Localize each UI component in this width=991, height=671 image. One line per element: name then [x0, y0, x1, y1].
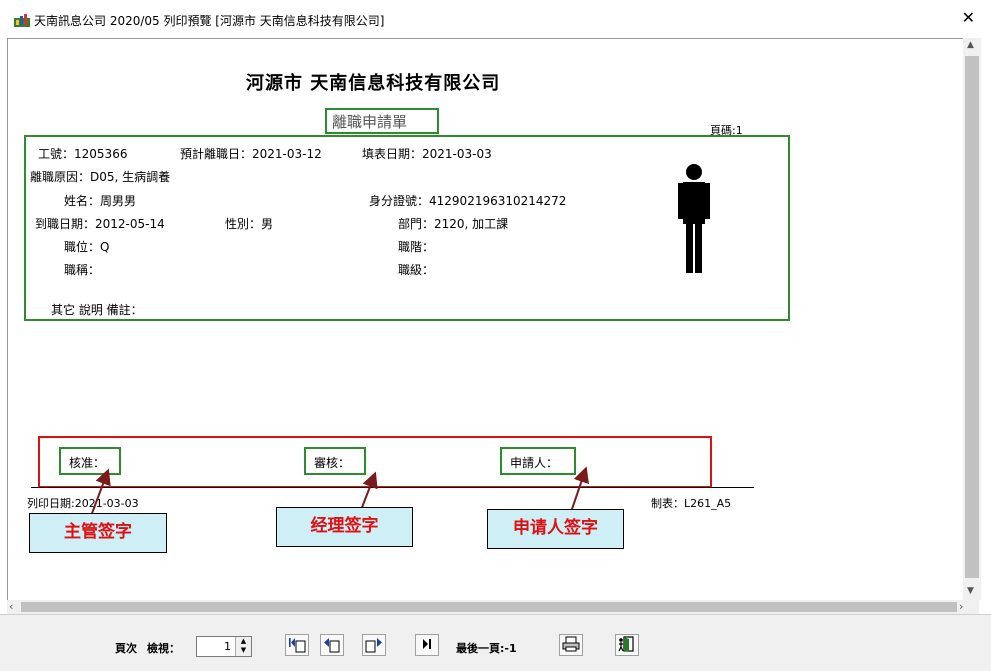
applicant-annotation: 申请人签字 — [487, 509, 624, 549]
app-icon — [14, 14, 30, 27]
horizontal-scroll-thumb[interactable] — [21, 602, 957, 612]
scroll-left-icon[interactable]: ‹ — [9, 600, 13, 613]
applicant-arrow — [570, 466, 589, 513]
first-page-icon — [289, 638, 306, 653]
page-spinner-value: 1 — [224, 640, 231, 653]
next-page-icon — [365, 638, 382, 653]
spinner-arrows-icon[interactable]: ▲ ▼ — [235, 637, 251, 656]
next-page-button[interactable] — [362, 634, 386, 656]
print-button[interactable] — [559, 634, 583, 656]
vertical-scroll-thumb[interactable] — [965, 56, 979, 578]
page-spinner[interactable]: 1 ▲ ▼ — [196, 636, 252, 657]
manager-arrow — [360, 471, 378, 511]
exit-door-icon — [618, 636, 634, 652]
previous-page-icon — [324, 638, 340, 653]
view-label: 檢視： — [147, 642, 180, 655]
horizontal-scrollbar[interactable]: ‹ › — [7, 600, 979, 614]
window-title: 天南訊息公司 2020/05 列印預覽 [河源市 天南信息科技有限公司] — [34, 14, 385, 28]
previous-page-button[interactable] — [320, 634, 344, 656]
supervisor-arrow — [90, 468, 111, 517]
report-page: 河源市 天南信息科技有限公司 離職申請單 頁碼:1 工號：1205366 預計離… — [8, 39, 971, 601]
first-page-button[interactable] — [285, 634, 309, 656]
supervisor-annotation: 主管签字 — [29, 513, 167, 553]
scroll-down-icon[interactable]: ▼ — [967, 586, 974, 596]
exit-button[interactable] — [615, 634, 639, 656]
page-label: 頁次 — [115, 642, 137, 655]
last-page-indicator: 最後一頁:-1 — [456, 642, 517, 655]
preview-toolbar: 頁次 檢視： 1 ▲ ▼ 最後一頁:-1 — [0, 614, 991, 671]
printer-icon — [562, 636, 580, 652]
close-button[interactable]: ✕ — [962, 10, 975, 26]
last-page-button[interactable] — [415, 634, 439, 656]
scroll-up-icon[interactable]: ▲ — [967, 40, 974, 50]
title-bar: 天南訊息公司 2020/05 列印預覽 [河源市 天南信息科技有限公司] ✕ — [0, 0, 991, 38]
manager-annotation: 经理签字 — [276, 507, 413, 547]
scroll-right-icon[interactable]: › — [959, 600, 963, 613]
report-viewport: 河源市 天南信息科技有限公司 離職申請單 頁碼:1 工號：1205366 預計離… — [7, 38, 979, 614]
vertical-scrollbar[interactable]: ▲ ▼ — [963, 38, 981, 600]
last-page-icon — [423, 639, 431, 649]
